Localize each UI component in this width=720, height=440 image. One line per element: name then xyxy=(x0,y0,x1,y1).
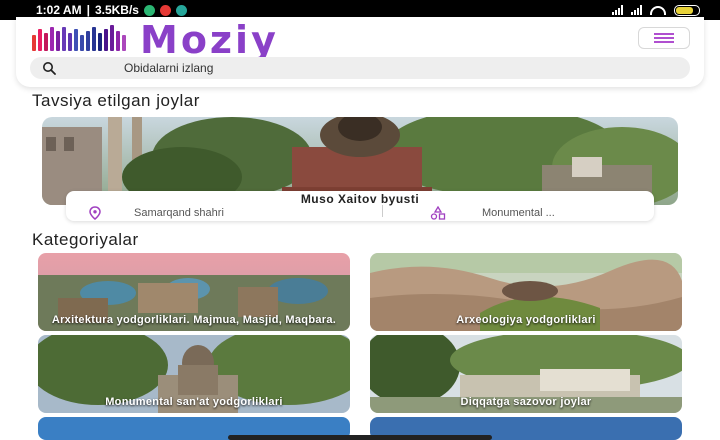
featured-name: Muso Xaitov byusti xyxy=(300,192,420,206)
search-input[interactable] xyxy=(124,61,690,75)
signal-2-icon xyxy=(631,5,642,15)
app-header: Moziy xyxy=(16,17,704,87)
search-icon xyxy=(43,62,56,75)
featured-location: Samarqand shahri xyxy=(88,206,224,220)
app-notification-icon xyxy=(175,4,187,16)
battery-fill xyxy=(676,6,693,14)
category-card-attractions[interactable]: Diqqatga sazovor joylar xyxy=(370,335,682,413)
recommended-title: Tavsiya etilgan joylar xyxy=(32,91,200,110)
logo-icon xyxy=(32,25,126,51)
category-label: Diqqatga sazovor joylar xyxy=(460,396,592,408)
hamburger-icon xyxy=(654,33,674,35)
category-shapes-icon xyxy=(430,206,446,220)
category-label: Arxeologiya yodgorliklari xyxy=(456,314,596,326)
app-name: Moziy xyxy=(140,18,279,62)
category-label: Monumental san'at yodgorliklari xyxy=(105,396,283,408)
featured-location-text: Samarqand shahri xyxy=(134,207,224,219)
wifi-icon xyxy=(650,5,666,15)
map-pin-icon xyxy=(89,206,101,220)
featured-info[interactable]: Muso Xaitov byusti Samarqand shahri Monu… xyxy=(66,191,654,221)
category-card-archaeology[interactable]: Arxeologiya yodgorliklari xyxy=(370,253,682,331)
status-left: 1:02 AM | 3.5KB/s xyxy=(36,3,187,17)
status-separator: | xyxy=(86,3,90,17)
category-card-monumental[interactable]: Monumental san'at yodgorliklari xyxy=(38,335,350,413)
hamburger-line xyxy=(654,37,674,39)
notification-icon xyxy=(143,4,155,16)
featured-category: Monumental ... xyxy=(430,206,555,220)
status-time: 1:02 AM xyxy=(36,3,82,17)
category-label: Arxitektura yodgorliklari. Majmua, Masji… xyxy=(51,314,337,326)
signal-icon xyxy=(612,5,623,15)
youtube-notification-icon xyxy=(159,4,171,16)
battery-icon xyxy=(674,4,700,16)
menu-button[interactable] xyxy=(638,27,690,49)
home-indicator[interactable] xyxy=(228,435,492,440)
category-card-architecture[interactable]: Arxitektura yodgorliklari. Majmua, Masji… xyxy=(38,253,350,331)
status-right xyxy=(612,4,700,16)
network-speed: 3.5KB/s xyxy=(94,3,139,17)
divider xyxy=(382,205,383,217)
featured-category-text: Monumental ... xyxy=(482,207,555,219)
categories-title: Kategoriyalar xyxy=(32,230,139,249)
search-bar[interactable] xyxy=(30,57,690,79)
hamburger-line xyxy=(654,41,674,43)
